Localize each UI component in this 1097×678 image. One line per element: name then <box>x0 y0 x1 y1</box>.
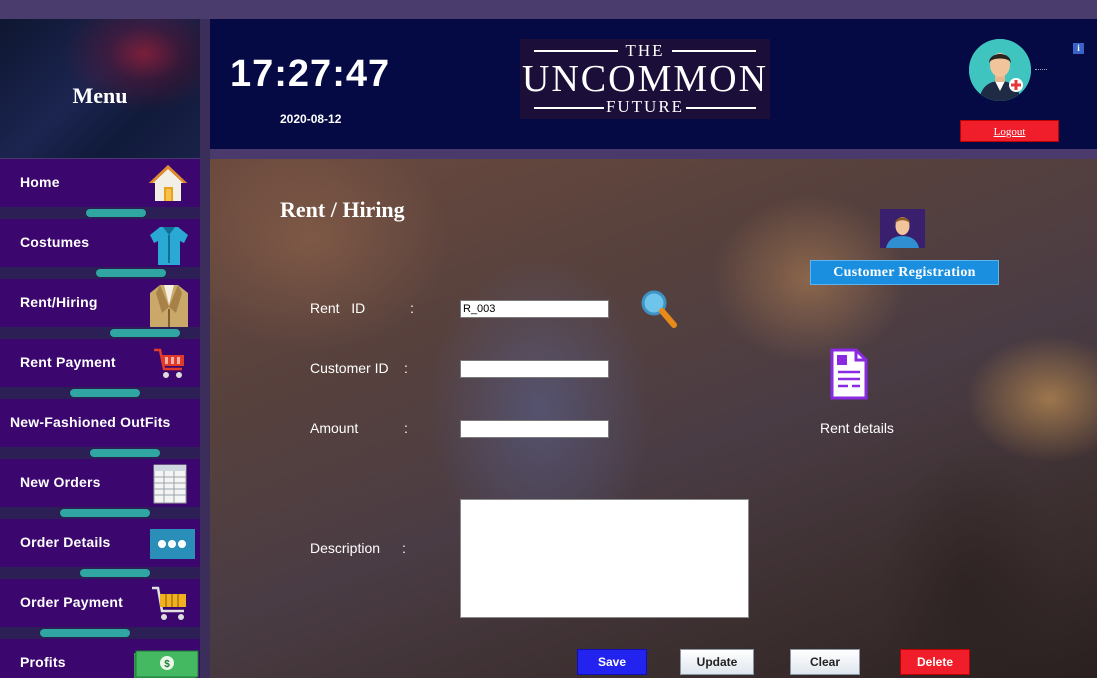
page-title: Rent / Hiring <box>280 197 405 222</box>
logo-bottom-text: FUTURE <box>605 97 685 116</box>
delete-button[interactable]: Delete <box>900 649 970 675</box>
rent-id-label: Rent ID <box>310 300 366 316</box>
header-bar: 17:27:47 2020-08-12 THE UNCOMMON FUTURE <box>210 19 1097 149</box>
top-strip <box>0 0 1097 19</box>
spreadsheet-icon <box>153 464 187 504</box>
menu-separator <box>0 207 200 219</box>
sidebar-item-profits[interactable]: Profits $ <box>0 639 200 678</box>
save-button[interactable]: Save <box>577 649 647 675</box>
info-icon[interactable]: i <box>1073 43 1084 54</box>
sidebar-item-new-fashioned-outfits[interactable]: New-Fashioned OutFits <box>0 399 200 447</box>
sidebar-item-label: New-Fashioned OutFits <box>10 414 171 430</box>
search-icon[interactable] <box>638 287 680 331</box>
amount-input[interactable] <box>460 420 609 438</box>
user-avatar-icon[interactable] <box>969 39 1031 101</box>
clock-date: 2020-08-12 <box>280 112 342 126</box>
menu-title: Menu <box>72 83 128 108</box>
blazer-icon <box>150 285 188 327</box>
brand-logo: THE UNCOMMON FUTURE <box>520 39 770 119</box>
document-icon[interactable] <box>828 348 870 402</box>
clear-button[interactable]: Clear <box>790 649 860 675</box>
sidebar-item-label: Home <box>20 174 60 190</box>
customer-id-label: Customer ID <box>310 360 389 376</box>
menu-separator <box>0 387 200 399</box>
sidebar-item-new-orders[interactable]: New Orders <box>0 459 200 507</box>
description-colon: : <box>402 540 406 556</box>
sidebar-item-home[interactable]: Home <box>0 159 200 207</box>
logo-main-text: UNCOMMON <box>521 58 769 100</box>
menu-separator <box>0 507 200 519</box>
shopping-cart-icon <box>152 586 186 620</box>
shirt-icon <box>150 227 188 265</box>
sidebar-item-rent-payment[interactable]: Rent Payment <box>0 339 200 387</box>
sidebar-item-label: Rent Payment <box>20 354 116 370</box>
more-dots-icon <box>150 529 195 559</box>
sidebar-item-order-payment[interactable]: Order Payment <box>0 579 200 627</box>
main-panel: Rent / Hiring Rent ID : Customer ID : Am… <box>210 159 1097 678</box>
menu-header: Menu <box>0 19 200 158</box>
clock-time: 17:27:47 <box>230 53 391 95</box>
header-divider <box>210 149 1097 159</box>
description-textarea[interactable] <box>460 499 749 618</box>
sidebar-item-label: Rent/Hiring <box>20 294 98 310</box>
description-label: Description <box>310 540 381 556</box>
rent-details-label: Rent details <box>820 420 894 436</box>
amount-colon: : <box>404 420 408 436</box>
sidebar-item-costumes[interactable]: Costumes <box>0 219 200 267</box>
user-avatar-icon[interactable] <box>880 209 925 248</box>
sidebar-item-label: Costumes <box>20 234 90 250</box>
amount-label: Amount <box>310 420 359 436</box>
app-window: Menu Home Costumes Rent/Hiring Rent Paym… <box>0 0 1097 678</box>
menu-separator <box>0 447 200 459</box>
customer-registration-button[interactable]: Customer Registration <box>810 260 999 285</box>
sidebar-item-label: New Orders <box>20 474 101 490</box>
menu-separator <box>0 567 200 579</box>
customer-id-colon: : <box>404 360 408 376</box>
sidebar-item-label: Profits <box>20 654 66 670</box>
sidebar-item-label: Order Payment <box>20 594 123 610</box>
logout-button[interactable]: Logout <box>960 120 1059 142</box>
rent-id-input[interactable] <box>460 300 609 318</box>
sidebar-item-rent-hiring[interactable]: Rent/Hiring <box>0 279 200 327</box>
cash-icon: $ <box>134 650 199 678</box>
home-icon <box>149 165 187 201</box>
avatar-indicator <box>1035 69 1047 71</box>
shopping-cart-icon <box>154 348 184 378</box>
sidebar-item-label: Order Details <box>20 534 111 550</box>
svg-text:$: $ <box>164 659 170 670</box>
rent-id-colon: : <box>410 300 414 316</box>
sidebar-divider <box>200 19 210 678</box>
menu-separator <box>0 327 200 339</box>
menu-separator <box>0 267 200 279</box>
customer-id-input[interactable] <box>460 360 609 378</box>
sidebar-item-order-details[interactable]: Order Details <box>0 519 200 567</box>
update-button[interactable]: Update <box>680 649 754 675</box>
menu-separator <box>0 627 200 639</box>
